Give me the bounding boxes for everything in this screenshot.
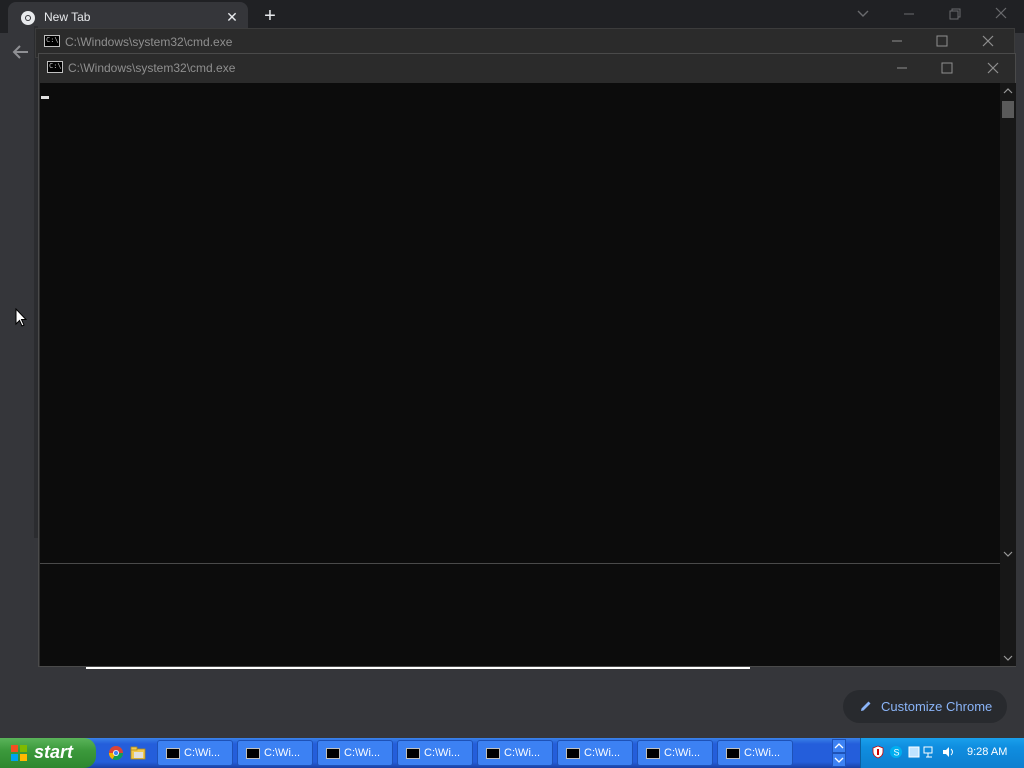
scroll-up-icon[interactable] [1003, 87, 1013, 95]
chrome-launcher-icon[interactable] [108, 745, 124, 761]
minimize-icon[interactable] [891, 58, 913, 78]
taskbar-item-label: C:\Wi... [184, 747, 221, 759]
tab-title: New Tab [44, 10, 91, 24]
network-icon[interactable] [923, 745, 937, 759]
text-cursor [41, 96, 49, 99]
close-icon[interactable] [990, 4, 1012, 24]
taskbar-scroll-icon[interactable] [832, 739, 846, 767]
start-label: start [34, 742, 74, 762]
cmd-window-title: C:\Windows\system32\cmd.exe [65, 35, 233, 49]
taskbar-item-cmd[interactable]: C:\Wi... [157, 740, 233, 766]
taskbar-item-label: C:\Wi... [584, 747, 621, 759]
scroll-down-icon[interactable] [1003, 654, 1013, 662]
customize-chrome-label: Customize Chrome [881, 699, 993, 714]
cmd-icon [326, 748, 340, 759]
window-icon[interactable] [907, 745, 921, 759]
back-arrow-icon[interactable] [10, 41, 32, 63]
taskbar-item-cmd[interactable]: C:\Wi... [237, 740, 313, 766]
cmd-icon [486, 748, 500, 759]
maximize-icon[interactable] [936, 58, 958, 78]
cmd-window-front[interactable]: C:\Windows\system32\cmd.exe [38, 53, 1016, 667]
taskbar-item-cmd[interactable]: C:\Wi... [317, 740, 393, 766]
scrollbar-thumb[interactable] [1002, 101, 1014, 118]
taskbar-item-cmd[interactable]: C:\Wi... [557, 740, 633, 766]
mouse-pointer-icon [15, 308, 27, 327]
cmd-window-title: C:\Windows\system32\cmd.exe [68, 61, 236, 75]
pencil-icon [861, 701, 871, 711]
maximize-icon[interactable] [931, 31, 953, 51]
cmd-titlebar[interactable]: C:\Windows\system32\cmd.exe [39, 54, 1015, 83]
clock: 9:28 AM [967, 746, 1008, 758]
taskbar-item-cmd[interactable]: C:\Wi... [397, 740, 473, 766]
minimize-icon[interactable] [886, 31, 908, 51]
console-area[interactable] [40, 83, 1000, 666]
cmd-icon [47, 61, 63, 73]
new-tab-button[interactable]: + [258, 4, 282, 28]
restore-icon[interactable] [944, 4, 966, 24]
vertical-scrollbar[interactable] [1000, 83, 1016, 666]
cmd-icon [246, 748, 260, 759]
taskbar-item-label: C:\Wi... [744, 747, 781, 759]
close-icon[interactable] [977, 31, 999, 51]
folder-icon[interactable] [130, 745, 146, 761]
taskbar-item-cmd[interactable]: C:\Wi... [637, 740, 713, 766]
skype-icon[interactable]: S [889, 745, 903, 759]
system-tray: S 9:28 AM [860, 738, 1024, 768]
close-icon[interactable] [982, 58, 1004, 78]
taskbar-item-label: C:\Wi... [664, 747, 701, 759]
tab-search-icon[interactable] [853, 4, 873, 24]
customize-chrome-button[interactable]: Customize Chrome [843, 690, 1007, 723]
taskbar-item-label: C:\Wi... [344, 747, 381, 759]
start-button[interactable]: start [0, 738, 96, 768]
taskbar: start C:\Wi... C:\Wi... C:\Wi... C:\Wi..… [0, 738, 1024, 768]
scroll-down-icon[interactable] [1003, 550, 1013, 558]
cmd-icon [726, 748, 740, 759]
tab-close-icon[interactable]: ✕ [224, 8, 240, 26]
svg-text:S: S [894, 748, 900, 758]
console-split-line [40, 563, 1000, 564]
cmd-icon [166, 748, 180, 759]
windows-logo-icon [11, 745, 27, 761]
chrome-logo-icon [21, 11, 35, 25]
taskbar-item-cmd[interactable]: C:\Wi... [477, 740, 553, 766]
security-shield-icon[interactable] [871, 745, 885, 759]
volume-icon[interactable] [941, 745, 955, 759]
cmd-icon [44, 35, 60, 47]
taskbar-item-cmd[interactable]: C:\Wi... [717, 740, 793, 766]
taskbar-item-label: C:\Wi... [424, 747, 461, 759]
taskbar-item-label: C:\Wi... [264, 747, 301, 759]
cmd-icon [406, 748, 420, 759]
cmd-icon [646, 748, 660, 759]
minimize-icon[interactable] [898, 4, 920, 24]
taskbar-item-label: C:\Wi... [504, 747, 541, 759]
cmd-icon [566, 748, 580, 759]
